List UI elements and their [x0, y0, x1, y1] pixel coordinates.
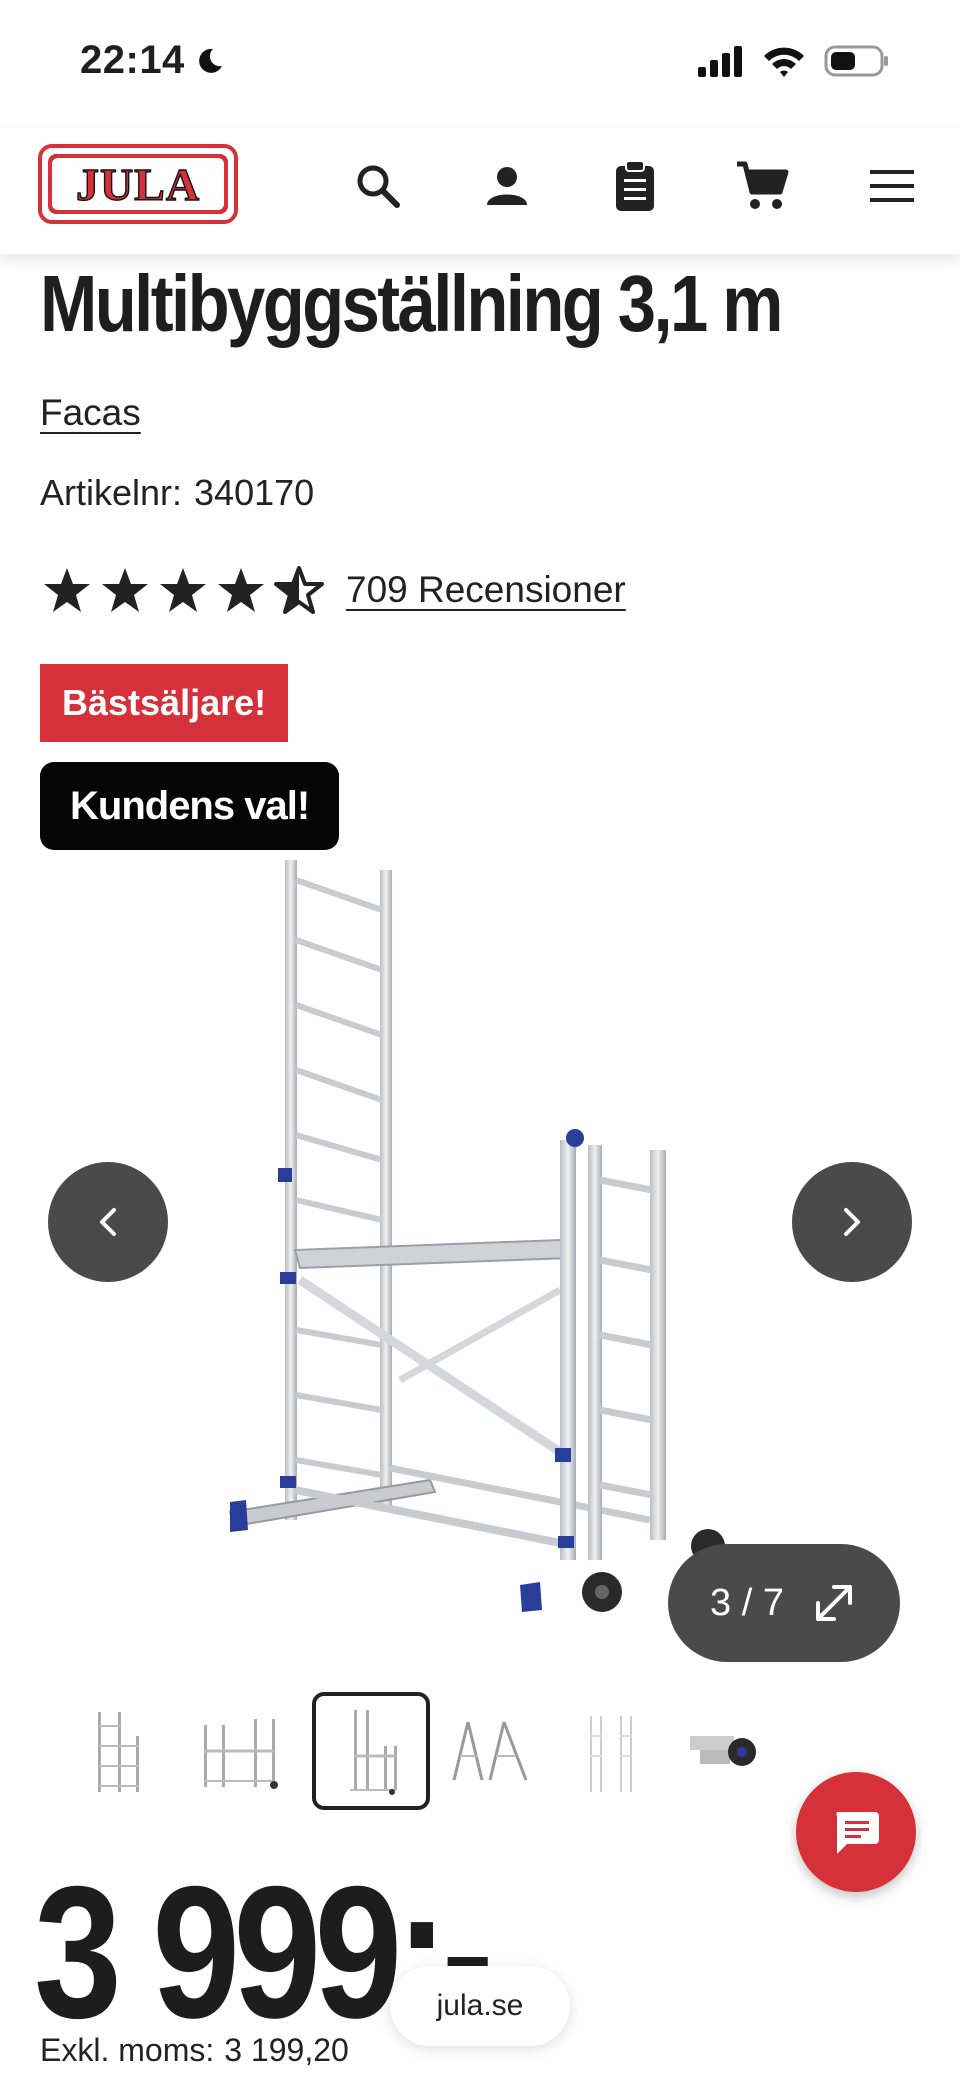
status-indicators [696, 44, 890, 78]
thumbnail-1[interactable] [60, 1692, 178, 1810]
article-label: Artikelnr: [40, 472, 183, 513]
gallery-prev-button[interactable] [48, 1162, 168, 1282]
menu-icon[interactable] [862, 156, 922, 216]
account-icon[interactable] [477, 156, 537, 216]
star-icon [44, 568, 90, 612]
chat-button[interactable] [796, 1772, 916, 1892]
jula-logo[interactable]: JULA [38, 144, 238, 224]
thumbnail-5[interactable] [552, 1692, 670, 1810]
chevron-right-icon [844, 1208, 860, 1236]
article-value: 340170 [194, 472, 315, 513]
reviews-link[interactable]: 709 Recensioner [346, 569, 626, 611]
star-rating [42, 566, 324, 614]
brand-link[interactable]: Facas [40, 392, 141, 434]
price-ex-vat: Exkl. moms: 3 199,20 [40, 2032, 349, 2069]
star-half-icon [274, 566, 324, 614]
clipboard-icon[interactable] [605, 156, 665, 216]
thumbnail-2[interactable] [180, 1692, 298, 1810]
star-icon [218, 568, 264, 612]
star-icon [160, 568, 206, 612]
gallery-counter[interactable]: 3 / 7 [668, 1544, 900, 1662]
bestseller-badge: Bästsäljare! [40, 664, 289, 742]
signal-icon [698, 46, 742, 77]
rating: 709 Recensioner [42, 566, 626, 614]
wifi-icon [764, 47, 804, 77]
status-bar: 22:14 [0, 0, 960, 128]
image-counter-text: 3 / 7 [710, 1581, 784, 1624]
thumbnail-4[interactable] [432, 1692, 550, 1810]
thumbnail-3[interactable] [312, 1692, 430, 1810]
chevron-left-icon [100, 1208, 116, 1236]
product-title: Multibyggställning 3,1 m [40, 259, 783, 348]
star-icon [102, 568, 148, 612]
status-time: 22:14 [80, 38, 225, 83]
clock-text: 22:14 [80, 38, 185, 82]
chat-icon [836, 1812, 879, 1854]
customer-choice-badge: Kundens val! [40, 762, 340, 850]
search-icon[interactable] [348, 156, 408, 216]
site-header: JULA [0, 128, 960, 254]
cart-icon[interactable] [732, 156, 792, 216]
browser-url-bar[interactable]: jula.se [390, 1966, 570, 2046]
moon-icon [198, 48, 222, 73]
svg-text:JULA: JULA [76, 159, 200, 210]
product-image [228, 860, 725, 1612]
thumbnail-6[interactable] [672, 1692, 790, 1810]
price-ex-vat-label: Exkl. moms: [40, 2032, 215, 2068]
gallery-next-button[interactable] [792, 1162, 912, 1282]
price-ex-vat-value: 3 199,20 [224, 2032, 349, 2068]
expand-icon [815, 1585, 852, 1621]
thumbnail-strip [40, 1692, 940, 1814]
article-number: Artikelnr: 340170 [40, 472, 314, 514]
url-text: jula.se [436, 1989, 524, 2022]
battery-icon [824, 45, 888, 77]
